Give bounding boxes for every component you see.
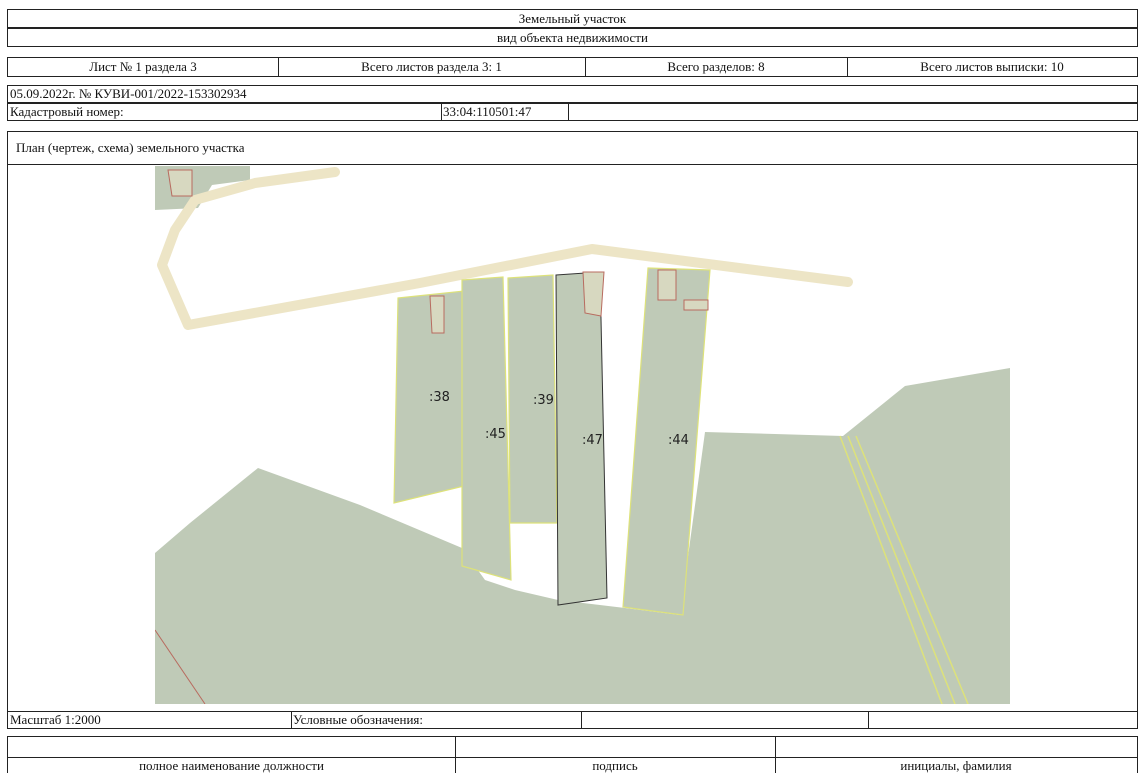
road — [157, 167, 853, 330]
parcel-label: :47 — [582, 433, 603, 448]
legend-conventions-label: Условные обозначения: — [293, 712, 424, 727]
position-caption: полное наименование должности — [8, 757, 455, 774]
signature-block: полное наименование должности подпись ин… — [7, 736, 1138, 773]
building-icon — [429, 295, 445, 334]
scale-text: Масштаб 1:2000 — [10, 712, 101, 727]
building-icon — [657, 269, 677, 301]
signature-caption: подпись — [455, 757, 775, 774]
building-icon — [167, 169, 193, 197]
name-caption: инициалы, фамилия — [775, 757, 1137, 774]
divider — [581, 712, 582, 728]
parcel-map: :38 :45 :39 :47 :44 — [155, 166, 1010, 704]
parcel-label: :39 — [533, 393, 554, 408]
parcel-label: :44 — [668, 433, 689, 448]
parcel-label: :38 — [429, 390, 450, 405]
parcel-label: :45 — [485, 427, 506, 442]
divider — [868, 712, 869, 728]
building-icon — [582, 271, 605, 317]
legend-row: Масштаб 1:2000 Условные обозначения: — [7, 711, 1138, 729]
building-icon — [683, 299, 709, 311]
